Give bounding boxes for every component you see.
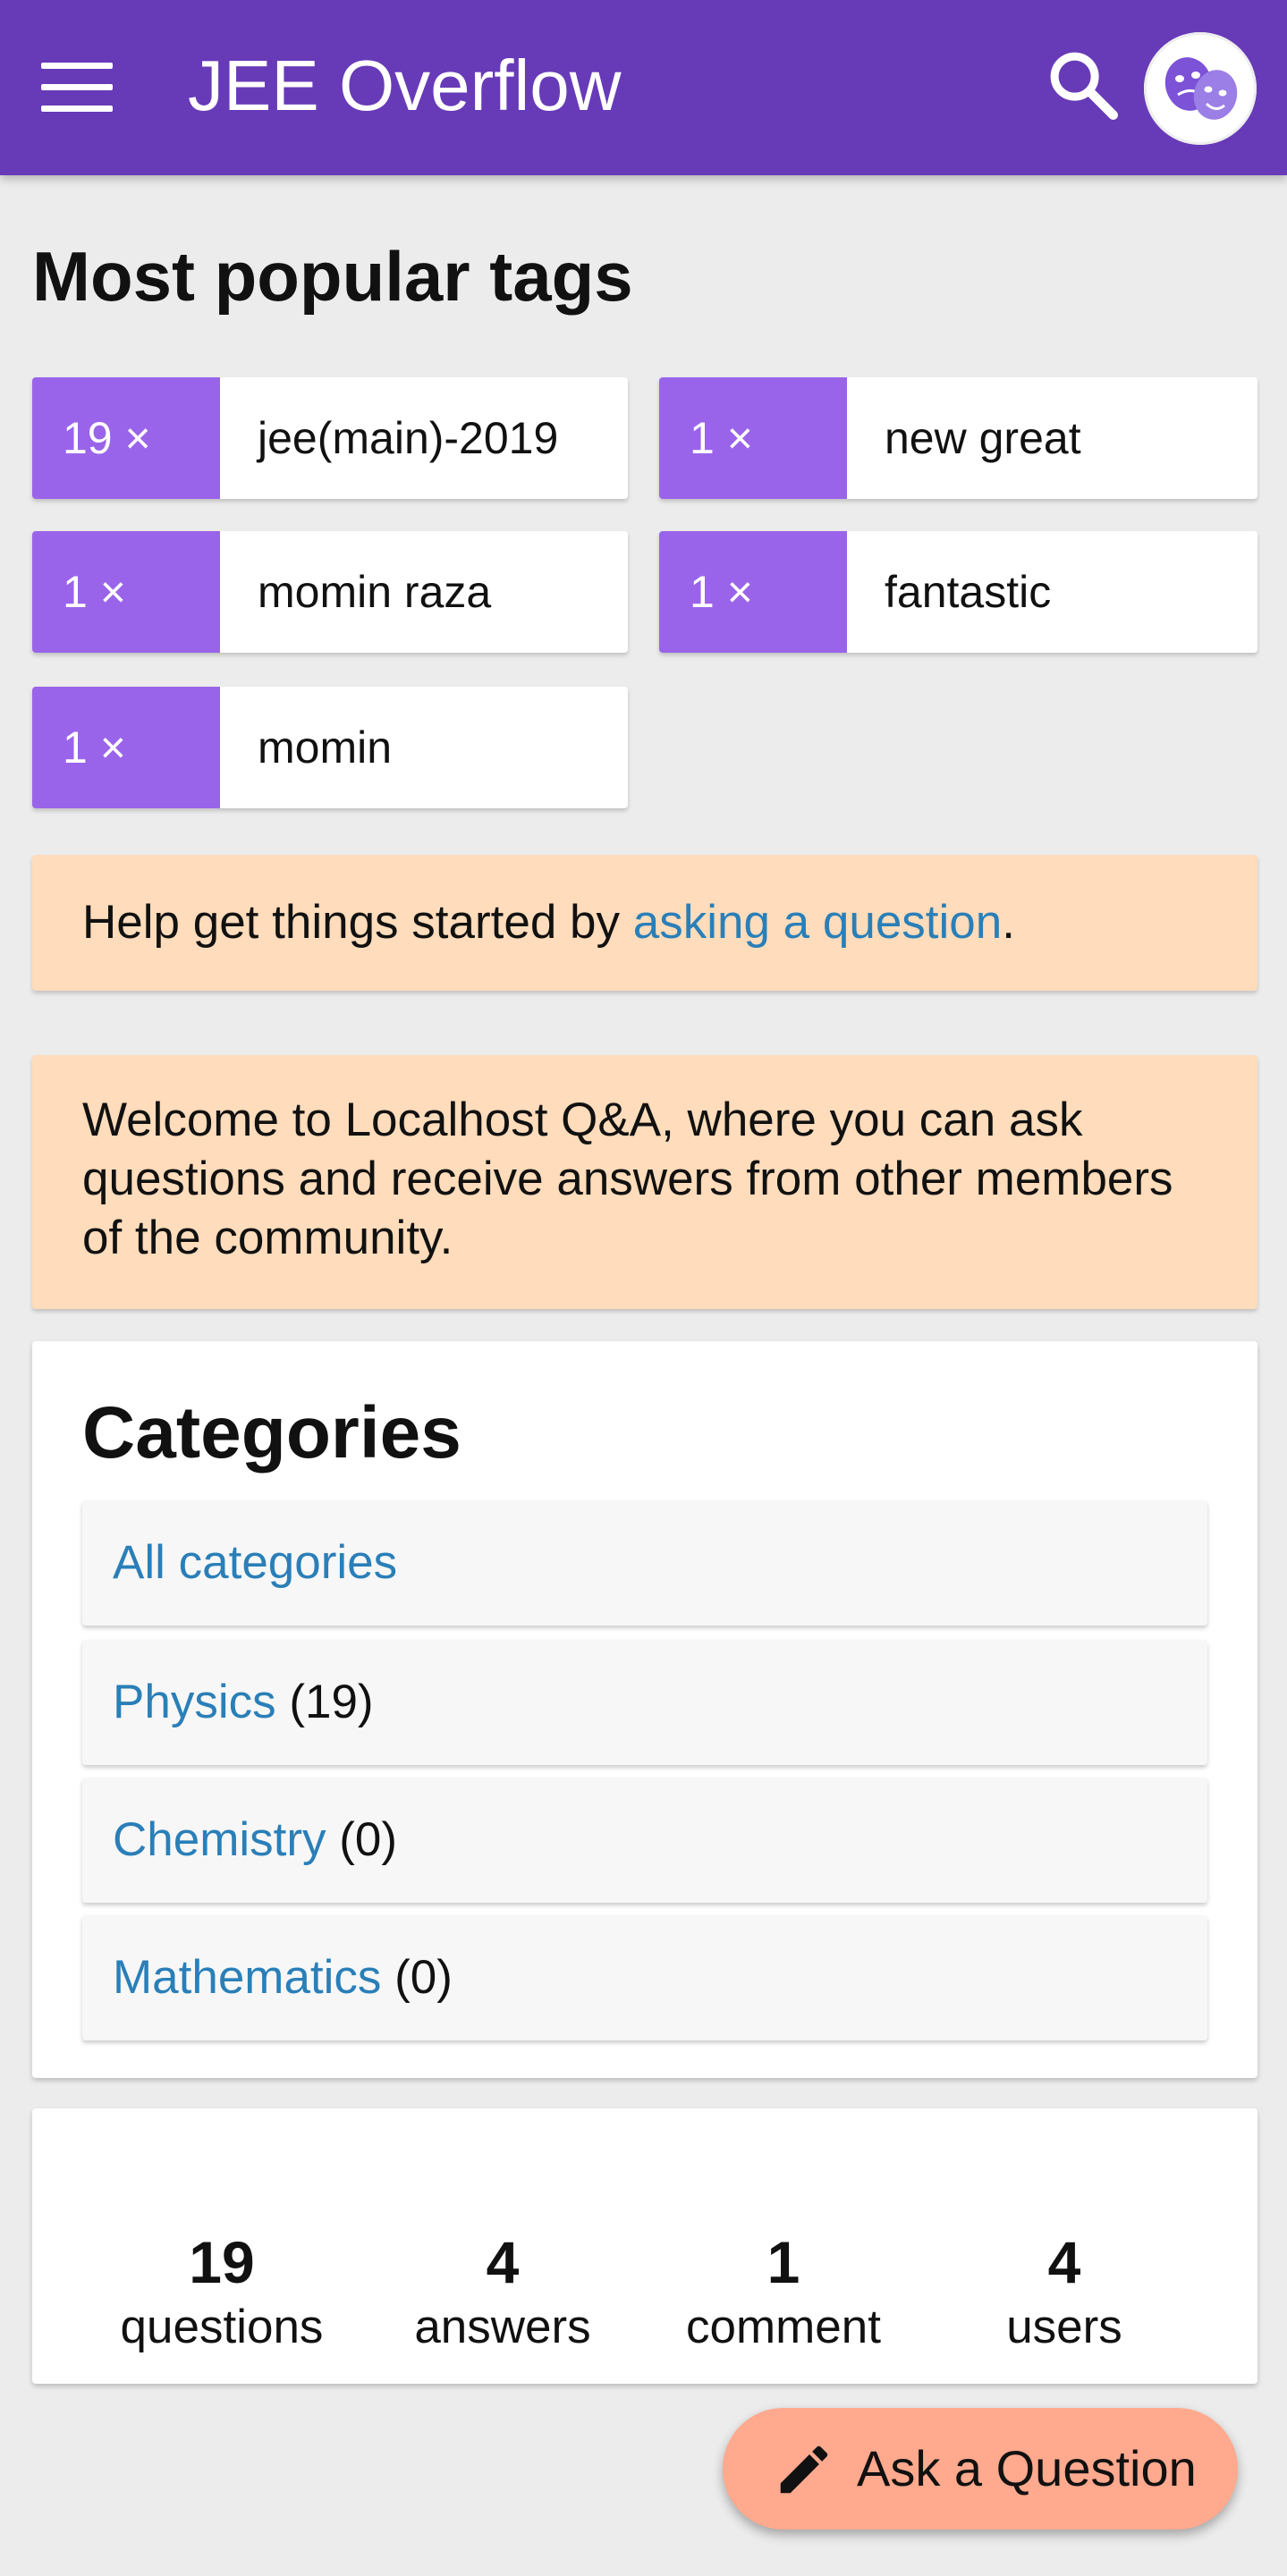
tag-count: 19 × (32, 377, 220, 499)
category-count: (0) (326, 1813, 398, 1866)
tag-item[interactable]: 1 × new great (659, 377, 1257, 499)
notice-prefix: Help get things started by (82, 896, 633, 949)
tag-name: momin raza (258, 567, 492, 617)
ask-question-button[interactable]: Ask a Question (723, 2408, 1238, 2530)
welcome-notice: Welcome to Localhost Q&A, where you can … (32, 1055, 1257, 1309)
tag-item[interactable]: 1 × momin raza (32, 531, 628, 653)
category-link[interactable]: All categories (113, 1536, 397, 1589)
stat-value: 19 (189, 2229, 255, 2295)
tag-name: jee(main)-2019 (258, 413, 559, 463)
tag-item[interactable]: 19 × jee(main)-2019 (32, 377, 628, 499)
tag-name: new great (885, 413, 1081, 463)
ask-question-label: Ask a Question (857, 2440, 1197, 2496)
category-item[interactable]: Chemistry (0) (82, 1778, 1207, 1903)
tag-count: 1 × (32, 687, 220, 808)
stat-value: 4 (486, 2229, 520, 2295)
tag-count: 1 × (659, 377, 847, 499)
tag-count: 1 × (32, 531, 220, 653)
notice-suffix: . (1002, 896, 1015, 949)
tags-heading: Most popular tags (32, 237, 633, 316)
avatar[interactable] (1144, 32, 1257, 145)
category-item[interactable]: Mathematics (0) (82, 1915, 1207, 2040)
stat-questions: 19 questions (97, 2226, 347, 2357)
tag-item[interactable]: 1 × momin (32, 687, 628, 808)
stat-label: users (1006, 2301, 1122, 2353)
stat-users: 4 users (939, 2226, 1190, 2357)
category-count: (19) (275, 1676, 374, 1728)
site-title[interactable]: JEE Overflow (188, 41, 622, 131)
category-link[interactable]: Mathematics (113, 1951, 381, 2004)
top-app-bar: JEE Overflow (0, 0, 1287, 175)
stat-label: answers (414, 2301, 591, 2353)
theater-masks-icon (1164, 57, 1238, 120)
asking-question-link[interactable]: asking a question (633, 896, 1003, 949)
stat-answers: 4 answers (377, 2226, 628, 2357)
hamburger-icon[interactable] (41, 63, 113, 113)
category-link[interactable]: Chemistry (113, 1813, 326, 1866)
welcome-text: Welcome to Localhost Q&A, where you can … (82, 1094, 1173, 1264)
stat-label: questions (120, 2301, 324, 2353)
categories-card: Categories All categories Physics (19) C… (32, 1341, 1257, 2078)
tag-name: fantastic (885, 567, 1052, 617)
stat-label: comment (686, 2301, 881, 2353)
categories-heading: Categories (82, 1392, 461, 1474)
category-count: (0) (381, 1951, 453, 2004)
category-item[interactable]: Physics (19) (82, 1640, 1207, 1765)
category-item[interactable]: All categories (82, 1500, 1207, 1626)
category-link[interactable]: Physics (113, 1676, 276, 1728)
pencil-icon (780, 2445, 828, 2494)
tag-name: momin (258, 722, 393, 773)
ask-question-notice: Help get things started by asking a ques… (32, 855, 1257, 991)
search-icon[interactable] (1043, 45, 1123, 125)
tag-count: 1 × (659, 531, 847, 653)
stat-value: 4 (1047, 2229, 1081, 2295)
site-stats-card: 19 questions 4 answers 1 comment 4 users (32, 2108, 1257, 2384)
tag-item[interactable]: 1 × fantastic (659, 531, 1257, 653)
stat-value: 1 (766, 2229, 800, 2295)
stat-comments: 1 comment (658, 2226, 909, 2357)
